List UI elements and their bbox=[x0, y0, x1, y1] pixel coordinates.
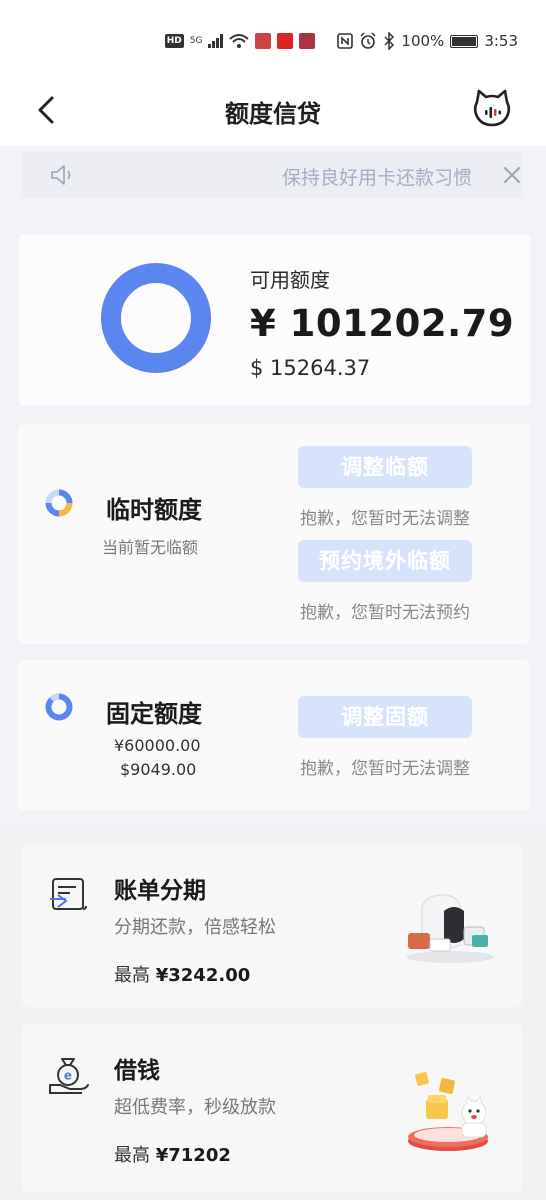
bluetooth-icon bbox=[384, 32, 395, 50]
status-bar: HD 5G 100% 3:53 bbox=[0, 0, 546, 78]
bill-installment-icon bbox=[50, 878, 87, 910]
cat-service-icon[interactable] bbox=[472, 88, 512, 128]
credit-ring-chart bbox=[101, 263, 211, 373]
temporary-credit-ring-icon bbox=[45, 489, 73, 517]
temporary-credit-subtitle: 当前暂无临额 bbox=[102, 538, 199, 557]
signal-icon bbox=[208, 34, 224, 48]
available-credit-usd: $ 15264.37 bbox=[250, 356, 371, 380]
page-title: 额度信贷 bbox=[225, 100, 321, 128]
available-credit-card: 可用额度 ¥ 101202.79 $ 15264.37 bbox=[18, 234, 530, 406]
bill-installment-subtitle: 分期还款，倍感轻松 bbox=[114, 917, 276, 938]
loan-title: 借钱 bbox=[114, 1058, 160, 1084]
app-notification-icon bbox=[277, 33, 294, 49]
svg-text:e: e bbox=[64, 1069, 72, 1083]
app-notification-icon bbox=[255, 33, 272, 49]
adjust-temporary-credit-note: 抱歉，您暂时无法调整 bbox=[300, 509, 470, 529]
loan-card[interactable]: e 借钱 超低费率，秒级放款 最高 ¥71202 bbox=[22, 1023, 522, 1193]
adjust-fixed-credit-button[interactable]: 调整固额 bbox=[298, 696, 472, 738]
available-credit-rmb: ¥ 101202.79 bbox=[250, 302, 515, 345]
max-value: ¥71202 bbox=[155, 1145, 231, 1166]
loan-max: 最高 ¥71202 bbox=[114, 1141, 231, 1167]
notice-text: 保持良好用卡还款习惯 bbox=[282, 167, 473, 189]
fixed-credit-card: 固定额度 ¥60000.00 $9049.00 调整固额 抱歉，您暂时无法调整 bbox=[18, 660, 530, 810]
lucky-cat-coins-illustration bbox=[408, 1072, 488, 1151]
max-label: 最高 bbox=[114, 1145, 150, 1166]
appliances-illustration bbox=[406, 894, 494, 963]
speaker-icon bbox=[51, 165, 71, 185]
alarm-icon bbox=[360, 32, 376, 49]
bill-installment-max: 最高 ¥3242.00 bbox=[114, 961, 250, 987]
bill-installment-title: 账单分期 bbox=[114, 878, 206, 904]
temporary-credit-title: 临时额度 bbox=[106, 496, 202, 524]
adjust-temporary-credit-button[interactable]: 调整临额 bbox=[298, 446, 472, 488]
loan-money-bag-icon: e bbox=[49, 1058, 89, 1094]
book-overseas-credit-button[interactable]: 预约境外临额 bbox=[298, 540, 472, 582]
status-icons: HD 5G 100% 3:53 bbox=[164, 30, 518, 52]
loan-subtitle: 超低费率，秒级放款 bbox=[114, 1097, 276, 1118]
fixed-credit-title: 固定额度 bbox=[106, 700, 202, 728]
available-credit-label: 可用额度 bbox=[250, 268, 330, 292]
fixed-credit-usd: $9049.00 bbox=[120, 760, 197, 779]
fixed-credit-ring-icon bbox=[45, 693, 73, 721]
max-value: ¥3242.00 bbox=[155, 965, 251, 986]
navigation-bar: 额度信贷 bbox=[0, 78, 546, 146]
network-type: 5G bbox=[189, 36, 203, 46]
bill-installment-card[interactable]: 账单分期 分期还款，倍感轻松 最高 ¥3242.00 bbox=[22, 843, 522, 1007]
nfc-icon bbox=[337, 33, 354, 49]
battery-percent: 100% bbox=[401, 32, 445, 50]
wifi-icon bbox=[229, 34, 250, 48]
hd-indicator: HD bbox=[164, 34, 184, 48]
book-overseas-credit-note: 抱歉，您暂时无法预约 bbox=[300, 603, 470, 623]
fixed-credit-rmb: ¥60000.00 bbox=[114, 736, 201, 755]
battery-icon bbox=[450, 34, 479, 48]
adjust-fixed-credit-note: 抱歉，您暂时无法调整 bbox=[300, 759, 470, 779]
app-notification-icon bbox=[299, 33, 316, 49]
close-icon[interactable] bbox=[502, 165, 522, 185]
temporary-credit-card: 临时额度 当前暂无临额 调整临额 抱歉，您暂时无法调整 预约境外临额 抱歉，您暂… bbox=[18, 424, 530, 644]
clock: 3:53 bbox=[484, 32, 518, 50]
max-label: 最高 bbox=[114, 965, 150, 986]
notice-bar[interactable]: 保持良好用卡还款习惯 bbox=[22, 152, 522, 198]
